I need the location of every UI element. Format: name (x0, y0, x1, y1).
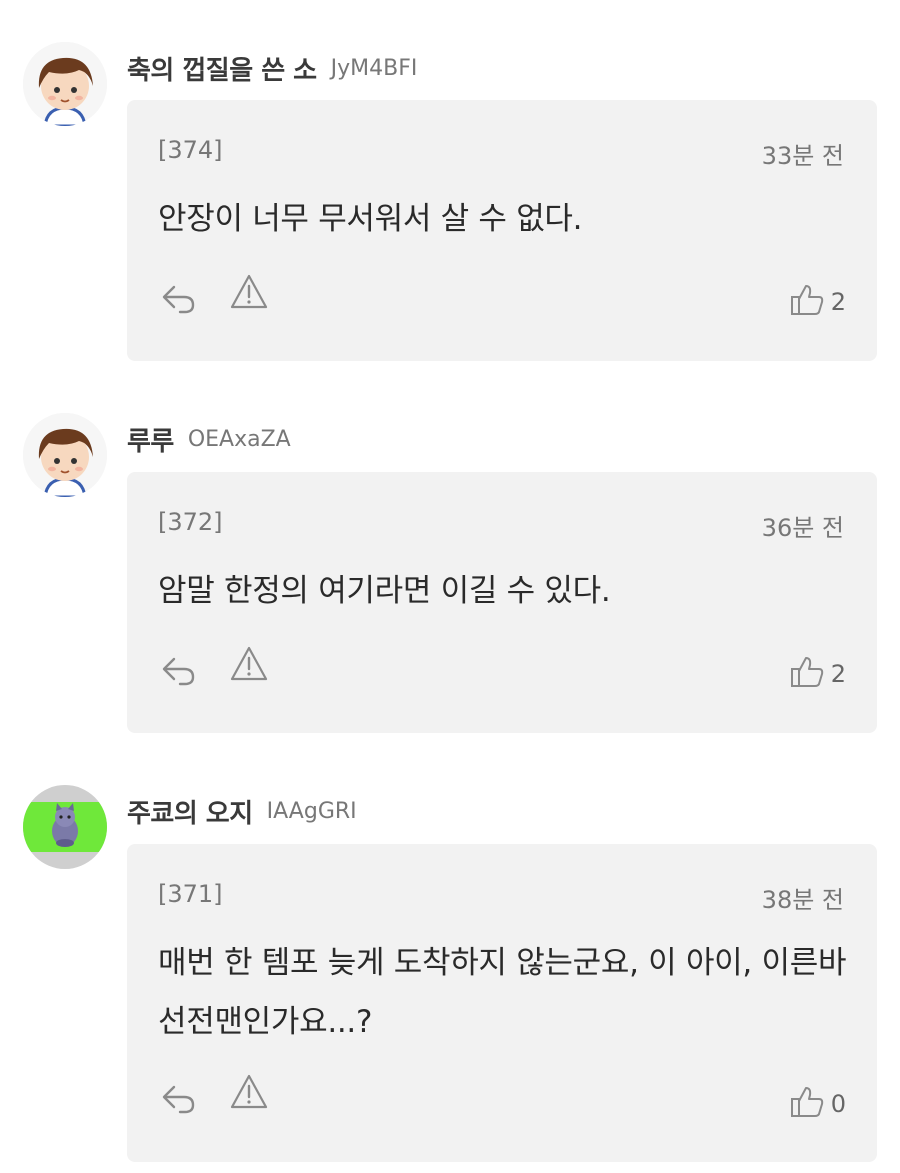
comment-item: 루루 OEAxaZA [372] 36분 전 암말 한정의 여기라면 이길 수 … (0, 413, 900, 733)
avatar[interactable] (23, 413, 107, 497)
like-count: 0 (830, 1090, 846, 1118)
avatar[interactable] (23, 785, 107, 869)
comment-header: 주쿄의 오지 IAAgGRI (127, 793, 357, 829)
comment-bubble: [371] 38분 전 매번 한 템포 늦게 도착하지 않는군요, 이 아이, … (127, 844, 877, 1162)
comment-number: [374] (158, 136, 223, 164)
like-count: 2 (830, 660, 846, 688)
user-id: JyM4BFI (330, 55, 418, 81)
like-count: 2 (830, 288, 846, 316)
nickname[interactable]: 주쿄의 오지 (127, 793, 253, 830)
user-id: OEAxaZA (187, 426, 291, 452)
reply-icon[interactable] (159, 650, 199, 690)
like-button[interactable]: 0 (789, 1084, 846, 1124)
reply-icon[interactable] (159, 278, 199, 318)
comment-text: 안장이 너무 무서워서 살 수 없다. (158, 201, 583, 237)
report-warning-icon[interactable] (229, 1072, 269, 1112)
thumbs-up-icon (789, 1084, 825, 1124)
report-warning-icon[interactable] (229, 272, 269, 312)
comment-number: [371] (158, 880, 223, 908)
comment-item: 축의 껍질을 쓴 소 JyM4BFI [374] 33분 전 안장이 너무 무서… (0, 42, 900, 362)
comment-time: 38분 전 (761, 886, 844, 914)
nickname[interactable]: 축의 껍질을 쓴 소 (127, 50, 317, 87)
comment-bubble: [372] 36분 전 암말 한정의 여기라면 이길 수 있다. 2 (127, 472, 877, 733)
user-id: IAAgGRI (266, 798, 357, 824)
comment-text: 암말 한정의 여기라면 이길 수 있다. (158, 573, 611, 609)
comment-number: [372] (158, 508, 223, 536)
reply-icon[interactable] (159, 1078, 199, 1118)
avatar[interactable] (23, 42, 107, 126)
comment-text: 매번 한 템포 늦게 도착하지 않는군요, 이 아이, 이른바 선전맨인가요..… (158, 945, 847, 1040)
comment-header: 루루 OEAxaZA (127, 421, 291, 457)
like-button[interactable]: 2 (789, 654, 846, 694)
comment-header: 축의 껍질을 쓴 소 JyM4BFI (127, 50, 417, 86)
report-warning-icon[interactable] (229, 644, 269, 684)
thumbs-up-icon (789, 282, 825, 322)
comment-time: 33분 전 (761, 142, 844, 170)
thumbs-up-icon (789, 654, 825, 694)
comment-time: 36분 전 (761, 514, 844, 542)
like-button[interactable]: 2 (789, 282, 846, 322)
nickname[interactable]: 루루 (127, 421, 174, 458)
comment-item: 주쿄의 오지 IAAgGRI [371] 38분 전 매번 한 템포 늦게 도착… (0, 785, 900, 1162)
comment-bubble: [374] 33분 전 안장이 너무 무서워서 살 수 없다. 2 (127, 100, 877, 361)
